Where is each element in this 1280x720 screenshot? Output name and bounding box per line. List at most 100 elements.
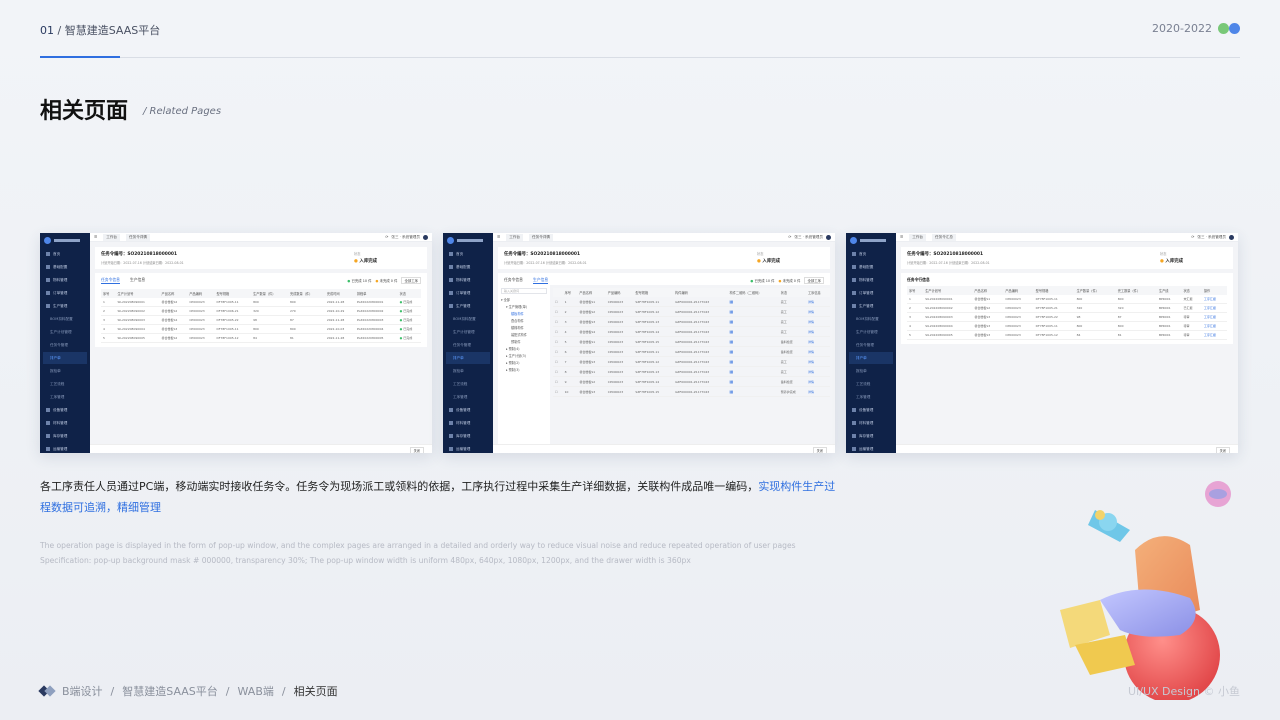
row-checkbox[interactable]: ☐ bbox=[553, 326, 563, 337]
sidebar-item[interactable]: 材料管理 bbox=[43, 417, 87, 429]
close-button[interactable]: 关闭 bbox=[409, 447, 424, 453]
avatar[interactable] bbox=[1229, 234, 1234, 240]
tree-node[interactable]: 叠合构件 bbox=[501, 318, 547, 323]
sidebar-item[interactable]: 排产单 bbox=[446, 352, 490, 364]
tab-workbench[interactable]: 工作台 bbox=[909, 233, 927, 241]
table-row[interactable]: ☐ 3 叠合楼板S3 CP000023 SZF78F1005-13 GZF000001-Z… bbox=[553, 316, 830, 327]
refresh-icon[interactable]: ⟳ bbox=[788, 235, 791, 239]
table-row[interactable]: 4 SIL202208090004 叠合楼板S3 CP000023 DF78F1005-… bbox=[101, 324, 421, 334]
sidebar-item[interactable]: BOM扣料配置 bbox=[849, 313, 893, 325]
breadcrumb-item-1[interactable]: B端设计 bbox=[62, 683, 103, 699]
sidebar-item[interactable]: 工序管理 bbox=[849, 391, 893, 403]
sidebar-item[interactable]: 报检单 bbox=[446, 365, 490, 377]
detail-link[interactable]: 详情 bbox=[805, 316, 830, 327]
qr-code-icon[interactable] bbox=[727, 356, 779, 367]
row-checkbox[interactable]: ☐ bbox=[553, 346, 563, 357]
detail-link[interactable]: 详情 bbox=[805, 366, 830, 377]
tree-node[interactable]: 楼板构件 bbox=[501, 311, 547, 316]
table-row[interactable]: 5 SIL202208090005 叠合楼板S2 CP000023 DF78F1005-… bbox=[101, 333, 421, 343]
sidebar-item[interactable]: 材料管理 bbox=[849, 417, 893, 429]
tab-task-detail[interactable]: 任务令详情 bbox=[126, 233, 150, 241]
table-row[interactable]: ☐ 6 叠合楼板S2 CP000023 SZF78F1005-11 GZF000001-Z… bbox=[553, 346, 830, 357]
report-link[interactable]: 工序汇报 bbox=[1201, 303, 1227, 313]
tree-node[interactable]: ▸ 预制(2) bbox=[501, 360, 547, 365]
tree-node[interactable]: 装配式构件 bbox=[501, 332, 547, 337]
detail-link[interactable]: 详情 bbox=[805, 356, 830, 367]
row-checkbox[interactable]: ☐ bbox=[553, 316, 563, 327]
sidebar-item[interactable]: 生产管理 bbox=[446, 300, 490, 312]
menu-icon[interactable]: ☰ bbox=[900, 235, 903, 239]
row-checkbox[interactable]: ☐ bbox=[553, 376, 563, 387]
user-name[interactable]: 张三 · 系统管理员 bbox=[794, 235, 823, 240]
sidebar-item[interactable]: 任务令管理 bbox=[849, 339, 893, 351]
breadcrumb-item-3[interactable]: WAB端 bbox=[238, 683, 274, 699]
tree-node[interactable]: ▾ 生产管理(单) bbox=[501, 304, 547, 309]
sidebar-item[interactable]: 库存管理 bbox=[849, 430, 893, 442]
table-row[interactable]: ☐ 8 叠合楼板S1 CP000023 SZF78F1005-13 GZF000001-Z… bbox=[553, 366, 830, 377]
sidebar-item[interactable]: 订单管理 bbox=[849, 287, 893, 299]
detail-link[interactable]: 详情 bbox=[805, 376, 830, 387]
qr-code-icon[interactable] bbox=[727, 306, 779, 317]
table-row[interactable]: ☐ 7 叠合楼板S3 CP000023 SZF78F1005-12 GZF000001-Z… bbox=[553, 356, 830, 367]
sidebar-item[interactable]: 工序管理 bbox=[446, 391, 490, 403]
sidebar-item[interactable]: 物料管理 bbox=[849, 274, 893, 286]
user-name[interactable]: 张三 · 系统管理员 bbox=[1197, 235, 1226, 240]
refresh-icon[interactable]: ⟳ bbox=[385, 235, 388, 239]
table-row[interactable]: 1 SIL202208090001 叠合楼板S1 CP000023 DF78F1005-… bbox=[907, 295, 1227, 304]
sidebar-item[interactable]: 基础配置 bbox=[43, 261, 87, 273]
tab-task-info[interactable]: 任务令信息 bbox=[101, 277, 120, 284]
detail-link[interactable]: 详情 bbox=[805, 306, 830, 317]
sidebar-item[interactable]: 工序管理 bbox=[43, 391, 87, 403]
table-row[interactable]: 4 SIL202208090004 叠合楼板S3 CP000023 DF78F1005-… bbox=[907, 321, 1227, 331]
breadcrumb-item-2[interactable]: 智慧建造SAAS平台 bbox=[122, 683, 218, 699]
sidebar-item[interactable]: 任务令管理 bbox=[446, 339, 490, 351]
sidebar-item[interactable]: 首页 bbox=[43, 248, 87, 260]
tab-workbench[interactable]: 工作台 bbox=[506, 233, 524, 241]
qr-code-icon[interactable] bbox=[727, 346, 779, 357]
tree-node[interactable]: ▸ 生产计划(3) bbox=[501, 353, 547, 358]
table-row[interactable]: 3 SIL202208090003 叠合楼板S4 CP000023 DF78F1005-… bbox=[101, 315, 421, 325]
sidebar-item[interactable]: BOM扣料配置 bbox=[446, 313, 490, 325]
sidebar-item[interactable]: 订单管理 bbox=[446, 287, 490, 299]
qr-code-icon[interactable] bbox=[727, 326, 779, 337]
table-row[interactable]: ☐ 5 叠合楼板S1 CP000023 SZF78F1005-15 GZF000001-Z… bbox=[553, 336, 830, 347]
detail-link[interactable]: 详情 bbox=[805, 336, 830, 347]
report-link[interactable]: 工序汇报 bbox=[1201, 321, 1227, 331]
qr-code-icon[interactable] bbox=[727, 376, 779, 387]
sidebar-item[interactable]: 报检单 bbox=[849, 365, 893, 377]
close-button[interactable]: 关闭 bbox=[812, 447, 827, 453]
row-checkbox[interactable]: ☐ bbox=[553, 297, 563, 307]
menu-icon[interactable]: ☰ bbox=[94, 235, 97, 239]
sidebar-item[interactable]: 排产单 bbox=[849, 352, 893, 364]
sidebar-item[interactable]: 生产计划管理 bbox=[446, 326, 490, 338]
sidebar-item[interactable]: 生产计划管理 bbox=[849, 326, 893, 338]
sidebar-item[interactable]: 生产计划管理 bbox=[43, 326, 87, 338]
sidebar-item[interactable]: 工艺流程 bbox=[43, 378, 87, 390]
sidebar-item[interactable]: 运输管理 bbox=[849, 443, 893, 453]
row-checkbox[interactable]: ☐ bbox=[553, 366, 563, 377]
tab-task-info[interactable]: 任务令信息 bbox=[504, 277, 523, 284]
table-row[interactable]: ☐ 1 叠合楼板S1 CP000023 SZF78F1005-11 GZF000001-Z… bbox=[553, 297, 830, 307]
sidebar-item[interactable]: 运输管理 bbox=[446, 443, 490, 453]
table-row[interactable]: ☐ 9 叠合楼板S2 CP000023 SZF78F1005-14 GZF000001-Z… bbox=[553, 376, 830, 387]
qr-code-icon[interactable] bbox=[727, 316, 779, 327]
sidebar-item[interactable]: 任务令管理 bbox=[43, 339, 87, 351]
process-filter-button[interactable]: 全部工序 bbox=[804, 277, 824, 284]
sidebar-item[interactable]: 材料管理 bbox=[446, 417, 490, 429]
detail-link[interactable]: 详情 bbox=[805, 297, 830, 307]
tree-node[interactable]: ▾ 全部 bbox=[501, 297, 547, 302]
tab-workbench[interactable]: 工作台 bbox=[103, 233, 121, 241]
sidebar-item[interactable]: 工艺流程 bbox=[849, 378, 893, 390]
qr-code-icon[interactable] bbox=[727, 366, 779, 377]
detail-link[interactable]: 详情 bbox=[805, 346, 830, 357]
sidebar-item[interactable]: 设备管理 bbox=[849, 404, 893, 416]
tab-production-info[interactable]: 生产信息 bbox=[130, 277, 145, 284]
tree-node[interactable]: 楼梯构件 bbox=[501, 325, 547, 330]
tab-task-detail[interactable]: 任务令详情 bbox=[529, 233, 553, 241]
tree-node[interactable]: ▸ 预制(3) bbox=[501, 367, 547, 372]
table-row[interactable]: 3 SIL202208090003 叠合楼板S3 CP000023 DF78F1005-… bbox=[907, 312, 1227, 322]
sidebar-item[interactable]: 排产单 bbox=[43, 352, 87, 364]
sidebar-item[interactable]: 首页 bbox=[446, 248, 490, 260]
sidebar-item[interactable]: 订单管理 bbox=[43, 287, 87, 299]
close-button[interactable]: 关闭 bbox=[1215, 447, 1230, 453]
